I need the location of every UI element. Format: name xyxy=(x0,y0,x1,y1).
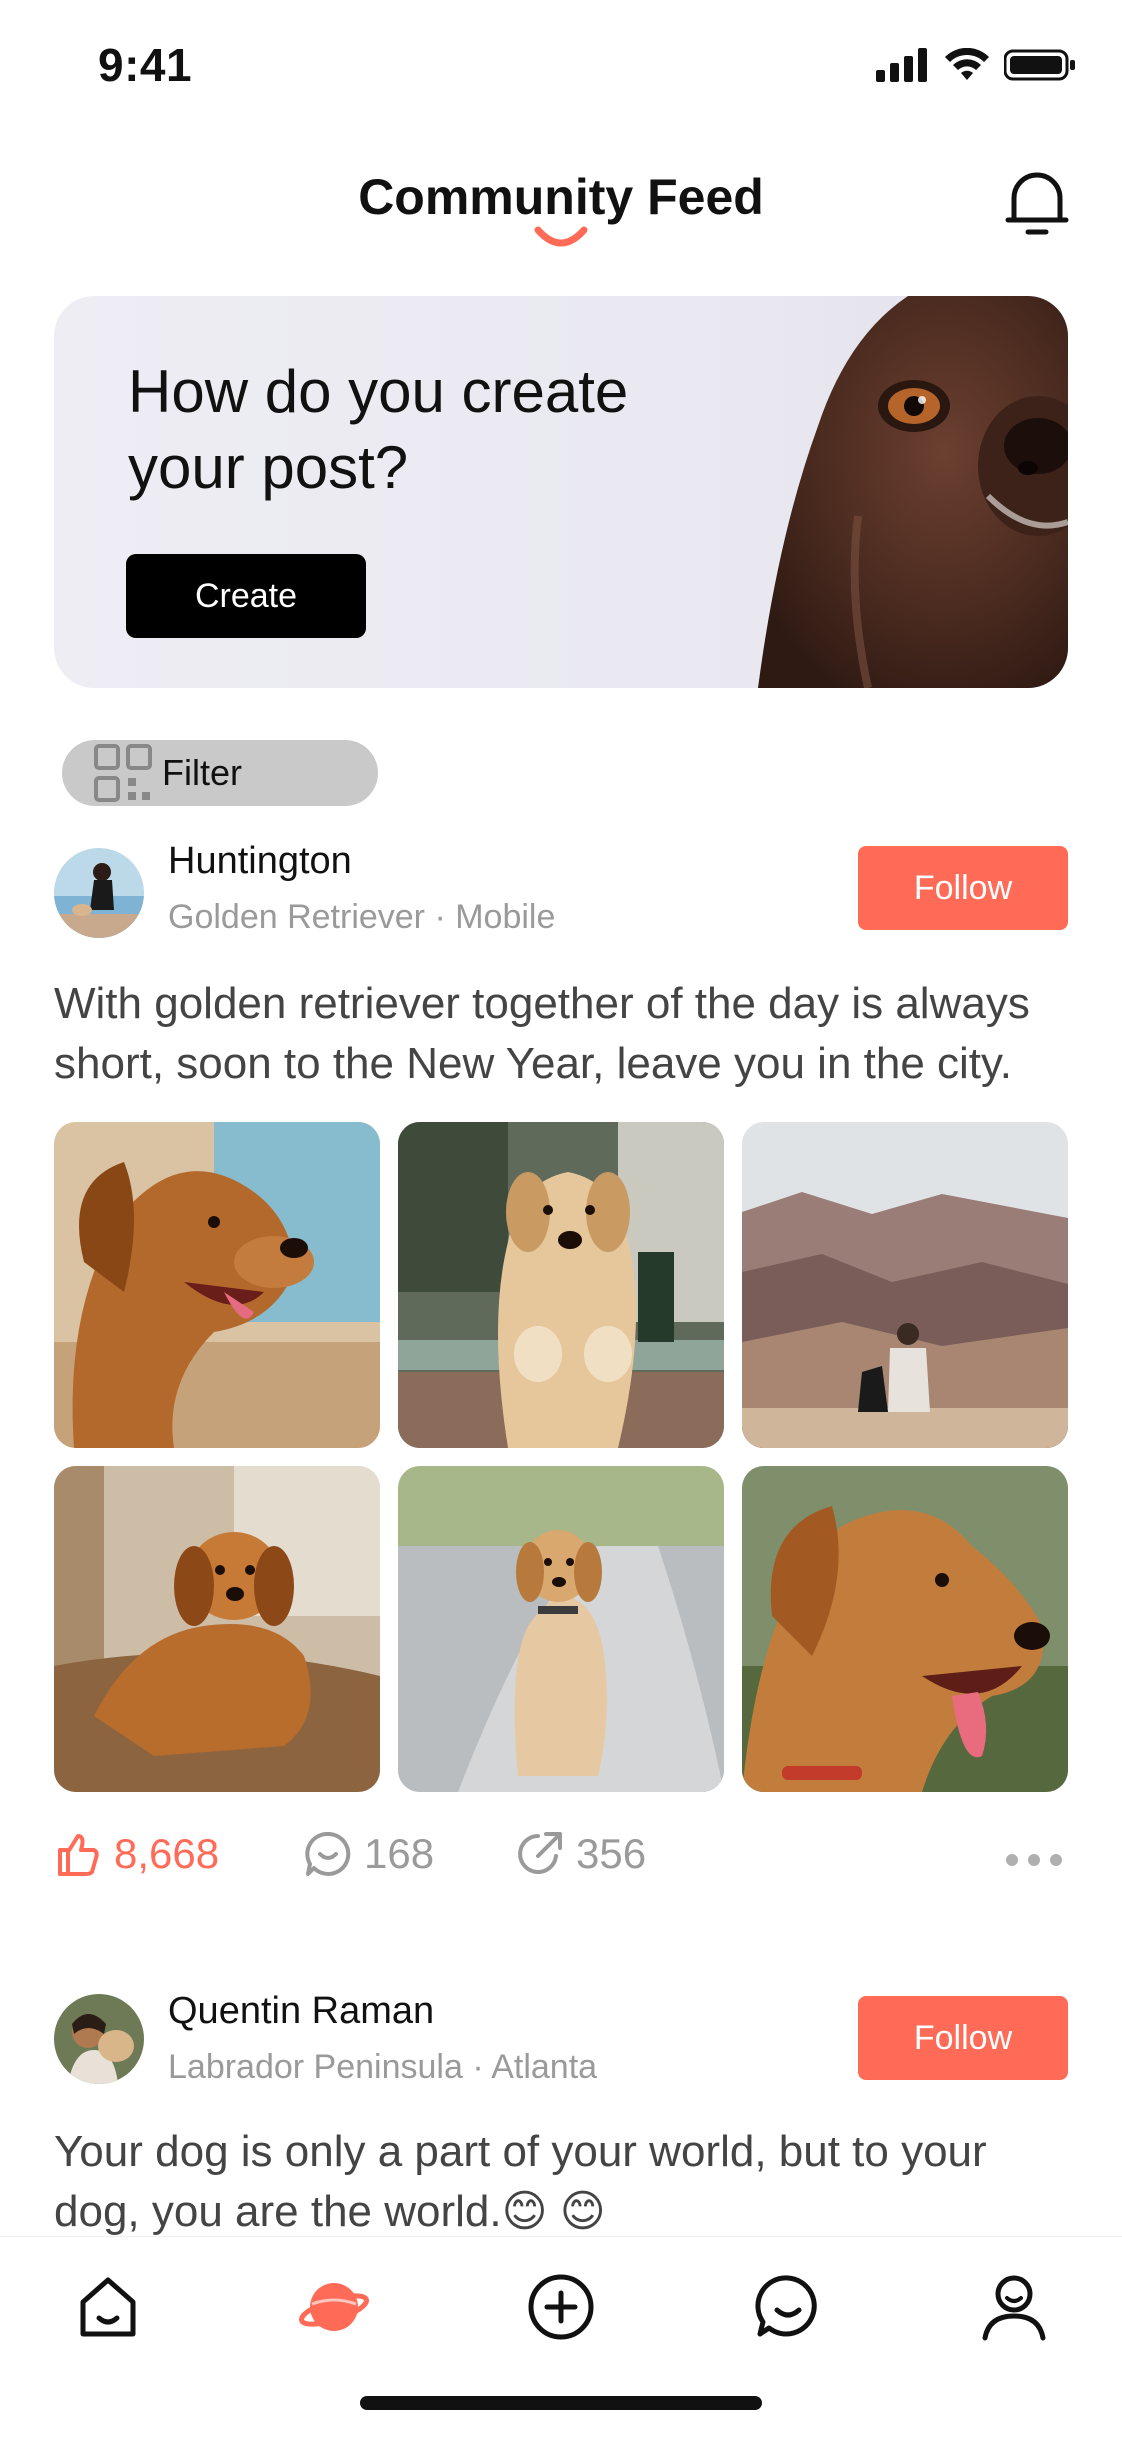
cellular-signal-icon xyxy=(876,48,927,82)
post-username[interactable]: Quentin Raman xyxy=(168,1990,434,2033)
more-dots-icon xyxy=(1006,1854,1062,1866)
like-count: 8,668 xyxy=(114,1830,220,1877)
post-subline: Labrador Peninsula · Atlanta xyxy=(168,2048,598,2086)
create-button[interactable]: Create xyxy=(126,554,366,638)
profile-icon xyxy=(982,2275,1046,2341)
share-icon xyxy=(518,1832,562,1874)
photo-golden-retriever-profile xyxy=(54,1122,380,1448)
post-text: Your dog is only a part of your world, b… xyxy=(54,2127,987,2236)
thumbs-up-icon xyxy=(58,1834,99,1876)
chat-icon xyxy=(755,2275,817,2337)
comment-count: 168 xyxy=(364,1830,435,1877)
follow-button[interactable]: Follow xyxy=(858,1996,1068,2080)
banner-dog-image xyxy=(758,296,1068,688)
photo-golden-puppy-path xyxy=(398,1466,724,1792)
qr-grid-icon xyxy=(94,744,152,802)
battery-icon xyxy=(1004,49,1075,81)
photo-golden-retriever-tongue xyxy=(742,1466,1068,1792)
photo-person-dog-canyon xyxy=(742,1122,1068,1448)
page-title: Community Feed xyxy=(358,169,764,225)
comment-button[interactable]: 168 xyxy=(304,1830,434,1878)
photo-golden-puppy-couch xyxy=(54,1466,380,1792)
filter-chip[interactable]: Filter xyxy=(62,740,378,806)
avatar[interactable] xyxy=(54,1994,144,2084)
more-options-button[interactable] xyxy=(1004,1852,1064,1873)
post-photo[interactable] xyxy=(54,1122,380,1448)
filter-label: Filter xyxy=(162,752,242,793)
banner-heading: How do you create your post? xyxy=(128,358,629,501)
tab-profile[interactable] xyxy=(974,2267,1054,2347)
bell-icon xyxy=(1005,172,1069,235)
wifi-icon xyxy=(945,48,989,80)
post-photo[interactable] xyxy=(54,1466,380,1792)
tab-create[interactable] xyxy=(521,2267,601,2347)
post-photo[interactable] xyxy=(742,1122,1068,1448)
home-icon xyxy=(80,2277,136,2337)
title-underline-smile xyxy=(534,226,588,247)
photo-golden-retriever-rail xyxy=(398,1122,724,1448)
share-count: 356 xyxy=(576,1830,647,1877)
follow-button[interactable]: Follow xyxy=(858,846,1068,930)
post-text: With golden retriever together of the da… xyxy=(54,979,1030,1088)
tab-explore[interactable] xyxy=(294,2267,374,2347)
like-button[interactable]: 8,668 xyxy=(54,1830,219,1878)
avatar-image xyxy=(54,848,144,938)
tab-home[interactable] xyxy=(68,2267,148,2347)
share-button[interactable]: 356 xyxy=(516,1830,646,1878)
home-indicator xyxy=(360,2396,762,2410)
plus-circle-icon xyxy=(528,2274,594,2340)
notification-button[interactable] xyxy=(1004,168,1070,243)
avatar-image xyxy=(54,1994,144,2084)
create-post-banner: How do you create your post? Create xyxy=(54,296,1068,688)
post-photo[interactable] xyxy=(398,1466,724,1792)
post-photo[interactable] xyxy=(398,1122,724,1448)
post-username[interactable]: Huntington xyxy=(168,840,352,883)
status-icons xyxy=(876,48,1076,82)
post-photo[interactable] xyxy=(742,1466,1068,1792)
status-time: 9:41 xyxy=(98,39,193,91)
post-subline: Golden Retriever · Mobile xyxy=(168,898,556,936)
planet-icon xyxy=(299,2283,369,2331)
avatar[interactable] xyxy=(54,848,144,938)
tab-messages[interactable] xyxy=(748,2267,828,2347)
comment-icon xyxy=(305,1831,351,1876)
